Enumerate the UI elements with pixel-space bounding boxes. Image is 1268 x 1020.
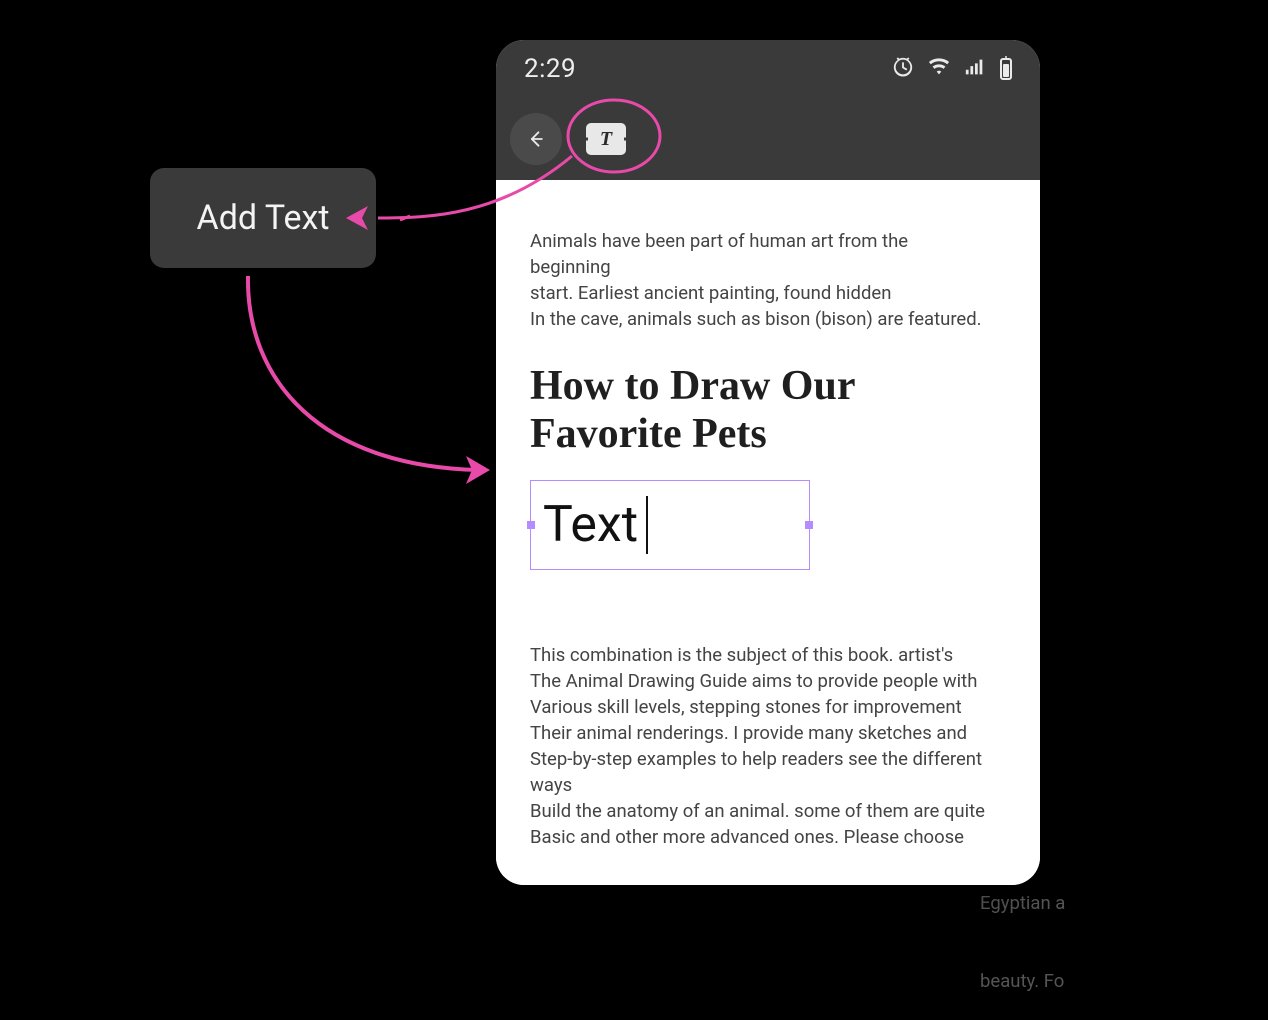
body-paragraph: This combination is the subject of this … bbox=[530, 642, 990, 850]
body-line: The Animal Drawing Guide aims to provide… bbox=[530, 668, 990, 694]
back-button[interactable] bbox=[510, 113, 562, 165]
body-line: Basic and other more advanced ones. Plea… bbox=[530, 824, 990, 850]
text-box-value: Text bbox=[543, 496, 638, 554]
phone-mockup: 2:29 T Animals have been bbox=[496, 40, 1040, 885]
text-icon: T bbox=[600, 128, 612, 151]
add-text-tooltip: Add Text bbox=[150, 168, 376, 268]
body-line: This combination is the subject of this … bbox=[530, 642, 990, 668]
intro-line: In the cave, animals such as bison (biso… bbox=[530, 306, 990, 332]
document-canvas[interactable]: Animals have been part of human art from… bbox=[496, 180, 1040, 885]
battery-icon bbox=[1000, 58, 1012, 80]
side-line: beauty. Fo bbox=[980, 968, 1065, 994]
text-cursor bbox=[646, 496, 648, 554]
signal-icon bbox=[964, 56, 986, 82]
resize-handle-right[interactable] bbox=[805, 521, 813, 529]
resize-handle-left[interactable] bbox=[527, 521, 535, 529]
intro-paragraph: Animals have been part of human art from… bbox=[530, 228, 990, 332]
add-text-tooltip-label: Add Text bbox=[197, 198, 330, 238]
intro-line: Animals have been part of human art from… bbox=[530, 228, 990, 280]
body-line: Build the anatomy of an animal. some of … bbox=[530, 798, 990, 824]
text-insert-box[interactable]: Text bbox=[530, 480, 810, 570]
arrow-left-icon bbox=[526, 129, 546, 149]
body-line: Various skill levels, stepping stones fo… bbox=[530, 694, 990, 720]
body-line: Their animal renderings. I provide many … bbox=[530, 720, 990, 746]
page-heading: How to Draw Our Favorite Pets bbox=[530, 362, 930, 458]
status-time: 2:29 bbox=[524, 54, 576, 84]
status-bar: 2:29 bbox=[496, 40, 1040, 98]
alarm-icon bbox=[892, 56, 914, 82]
add-text-button[interactable]: T bbox=[586, 123, 626, 155]
body-line: Step-by-step examples to help readers se… bbox=[530, 746, 990, 798]
side-line: Egyptian a bbox=[980, 890, 1065, 916]
app-toolbar: T bbox=[496, 98, 1040, 180]
intro-line: start. Earliest ancient painting, found … bbox=[530, 280, 990, 306]
status-icons bbox=[892, 56, 1012, 82]
wifi-icon bbox=[928, 56, 950, 82]
